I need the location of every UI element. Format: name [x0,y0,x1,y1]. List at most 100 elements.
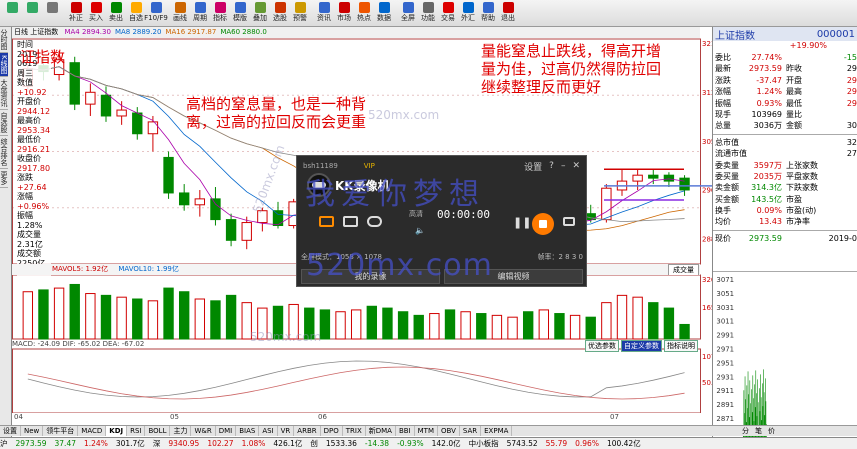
indicator-tab[interactable]: W&R [191,426,216,436]
toolbar-button-11[interactable]: 模版 [230,0,250,26]
recorder-minimize-button[interactable]: – [561,161,566,171]
watermark-site: 520mx.com [306,248,493,283]
mavol10-label: MAVOL10: 1.99亿 [118,265,179,273]
toolbar-button-4[interactable]: 买入 [86,0,106,26]
pause-icon[interactable]: ❚❚ [513,216,531,229]
status-value: 55.79 [545,439,568,448]
toolbar-button-5[interactable]: 卖出 [106,0,126,26]
indicator-tab[interactable]: New [21,426,44,436]
side-tab-1[interactable]: K线图 [0,53,8,77]
toolbar-button-15[interactable]: 资讯 [314,0,334,26]
toolbar-button-2[interactable] [42,0,62,26]
indicator-tab[interactable]: 领牛平台 [43,426,79,436]
toolbar-label: 补正 [69,14,83,22]
toolbar-button-13[interactable]: 选股 [270,0,290,26]
toolbar-button-9[interactable]: 周期 [190,0,210,26]
toolbar-button-12[interactable]: 叠加 [250,0,270,26]
window-mode-icon[interactable] [343,216,358,227]
indicator-tab[interactable]: EXPMA [481,426,513,436]
side-tab-2[interactable]: 大盘资讯 [0,77,8,110]
indicator-tab[interactable]: ARBR [294,426,321,436]
side-tab-0[interactable]: 分时图 [0,27,8,53]
indicator-tab[interactable]: BIAS [236,426,260,436]
indicator-tab[interactable]: DMI [216,426,237,436]
indicator-tab[interactable]: MTM [415,426,438,436]
recorder-close-button[interactable]: ✕ [572,161,580,171]
quote-tab[interactable]: 笔 [755,426,762,436]
indicator-tab[interactable]: 设置 [0,426,21,436]
indicator-param-button[interactable]: 自定义参数 [621,340,662,352]
screen-mode-icon[interactable] [319,216,334,227]
indicator-tab[interactable]: VR [278,426,295,436]
toolbar-button-3[interactable]: 补正 [66,0,86,26]
volume-bar [22,291,34,340]
volume-select[interactable]: 成交量 [668,264,699,275]
mini-intraday-chart[interactable]: 3071 3051 3031 3011 2991 2971 2951 2931 2911 2891… [713,271,857,437]
indicator-tab[interactable]: BOLL [145,426,171,436]
side-tab-5[interactable]: 更多 [0,169,8,188]
volume-icon[interactable]: 🔈 [415,226,425,235]
quote-value-2: -15 [843,53,857,62]
quote-row: 委比 27.74% -15 [713,52,857,63]
price-axis-label: 3218 [702,40,712,48]
toolbar-button-0[interactable] [2,0,22,26]
quote-tab[interactable]: 分 [742,426,749,436]
toolbar-button-6[interactable]: 自选 [126,0,146,26]
toolbar-button-23[interactable]: 帮助 [478,0,498,26]
toolbar-button-7[interactable]: F10/F9 [144,0,168,26]
quote-label: 总量 [715,121,731,131]
quote-tab[interactable]: 价 [768,426,775,436]
toolbar-button-1[interactable] [22,0,42,26]
quote-row: 涨跌 -37.47 开盘 29 [713,75,857,86]
toolbar-button-24[interactable]: 退出 [498,0,518,26]
side-tab-4[interactable]: 综合排名 [0,136,8,169]
camera-icon[interactable] [563,217,575,226]
volume-bar [522,311,534,340]
price-axis-label: 3135 [702,89,712,97]
toolbar-label: 自选 [129,14,143,22]
toolbar-button-22[interactable]: 外汇 [458,0,478,26]
toolbar-button-10[interactable]: 指标 [210,0,230,26]
toolbar-button-19[interactable]: 全屏 [398,0,418,26]
quote-label-2 [784,52,814,63]
indicator-tab[interactable]: KDJ [106,426,128,436]
indicator-tab[interactable]: BBI [396,426,415,436]
status-value: 100.42亿 [606,439,641,448]
quote-separator [713,228,857,231]
indicator-tab[interactable]: 主力 [170,426,192,436]
candle-body [147,121,159,135]
side-tab-3[interactable]: 自选股 [0,110,8,136]
indicator-tab[interactable]: RSI [127,426,146,436]
quote-value-2: 29 [846,87,857,97]
indicator-tab[interactable]: DPO [321,426,343,436]
annotation-high-volume: 高档的窒息量，也是一种背离，过高的拉回反而会更重 [186,95,367,131]
game-mode-icon[interactable] [367,216,382,227]
indicator-tab[interactable]: TRIX [343,426,366,436]
stop-record-button[interactable] [532,213,554,235]
vip-badge[interactable]: VIP [364,162,375,170]
indicator-tab[interactable]: 新DMA [366,426,396,436]
toolbar-button-17[interactable]: 热点 [354,0,374,26]
indicator-tab[interactable]: SAR [460,426,482,436]
toolbar-button-21[interactable]: 交易 [438,0,458,26]
info-box-line: 最低价 [17,135,41,144]
indicator-tab[interactable]: MACD [78,426,107,436]
bell-icon [294,2,306,13]
toolbar-button-16[interactable]: 市场 [334,0,354,26]
toolbar-label: 外汇 [461,14,475,22]
indicator-param-button[interactable]: 优选参数 [585,340,619,352]
toolbar-button-14[interactable]: 预警 [290,0,310,26]
quote-value [740,137,784,148]
toolbar-button-18[interactable]: 数据 [374,0,394,26]
date-label: 06 [318,413,327,421]
toolbar-label: 预警 [293,14,307,22]
indicator-param-button[interactable]: 指标说明 [664,340,698,352]
recorder-settings-button[interactable]: 设置 [524,160,542,173]
indicator-tab[interactable]: ASI [259,426,278,436]
toolbar-button-8[interactable]: 画线 [170,0,190,26]
indicator-tab[interactable]: OBV [438,426,460,436]
volume-bar [85,293,96,340]
toolbar-label: 退出 [501,14,515,22]
recorder-help-button[interactable]: ? [549,161,554,171]
toolbar-button-20[interactable]: 功能 [418,0,438,26]
